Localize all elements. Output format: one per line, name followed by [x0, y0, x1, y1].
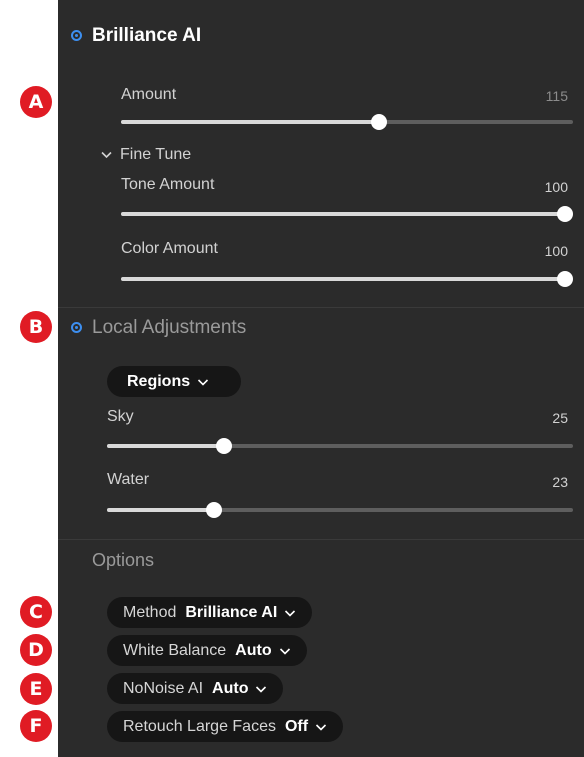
fine-tune-label: Fine Tune — [120, 146, 192, 163]
water-label: Water — [107, 471, 150, 488]
white-balance-label: White Balance — [123, 641, 227, 659]
chevron-down-icon — [316, 723, 327, 731]
nonoise-dropdown[interactable]: NoNoise AI Auto — [107, 673, 284, 704]
color-amount-slider-thumb[interactable] — [557, 271, 573, 287]
regions-label: Regions — [127, 372, 191, 390]
callout-badge-f: F — [20, 710, 52, 742]
tone-amount-value: 100 — [544, 179, 568, 195]
tone-amount-slider-thumb[interactable] — [557, 206, 573, 222]
method-dropdown[interactable]: Method Brilliance AI — [107, 597, 313, 628]
retouch-faces-value: Off — [284, 717, 309, 735]
method-value: Brilliance AI — [185, 603, 278, 621]
tone-amount-slider[interactable] — [121, 206, 573, 222]
tone-amount-slider-fill — [121, 212, 565, 216]
sky-slider-fill — [107, 444, 224, 448]
color-amount-slider[interactable] — [121, 271, 573, 287]
options-title: Options — [92, 550, 155, 570]
brilliance-title: Brilliance AI — [92, 25, 202, 46]
chevron-down-icon — [101, 151, 112, 159]
retouch-faces-dropdown[interactable]: Retouch Large Faces Off — [107, 711, 344, 742]
color-amount-slider-fill — [121, 277, 565, 281]
color-amount-label: Color Amount — [121, 240, 218, 257]
callout-badge-d: D — [20, 634, 52, 666]
amount-label: Amount — [121, 86, 177, 103]
chevron-down-icon — [198, 378, 209, 386]
nonoise-label: NoNoise AI — [123, 679, 204, 697]
amount-slider[interactable] — [121, 114, 573, 130]
color-amount-value: 100 — [544, 243, 568, 259]
callout-badge-e: E — [20, 673, 52, 705]
water-slider[interactable] — [107, 502, 573, 518]
local-enable-radio-icon[interactable] — [71, 322, 82, 333]
method-label: Method — [123, 603, 177, 621]
callout-badge-c: C — [20, 596, 52, 628]
fine-tune-toggle[interactable]: Fine Tune — [101, 146, 191, 164]
callout-badge-b: B — [20, 311, 52, 343]
brilliance-enable-radio-icon[interactable] — [71, 30, 82, 41]
white-balance-dropdown[interactable]: White Balance Auto — [107, 635, 307, 666]
sky-value: 25 — [552, 410, 568, 426]
regions-dropdown[interactable]: Regions — [107, 366, 241, 397]
nonoise-value: Auto — [212, 679, 249, 697]
water-slider-fill — [107, 508, 215, 512]
tone-amount-label: Tone Amount — [121, 176, 215, 193]
chevron-down-icon — [279, 647, 290, 655]
section-divider — [58, 307, 584, 308]
amount-value: 115 — [545, 88, 568, 104]
callout-badge-a: A — [20, 86, 52, 118]
amount-slider-thumb[interactable] — [370, 114, 387, 130]
sky-label: Sky — [107, 408, 134, 425]
water-value: 23 — [552, 474, 568, 490]
local-adjustments-title: Local Adjustments — [92, 317, 247, 338]
chevron-down-icon — [256, 685, 267, 693]
amount-slider-fill — [121, 120, 379, 124]
sky-slider[interactable] — [107, 438, 573, 454]
white-balance-value: Auto — [235, 641, 272, 659]
sky-slider-thumb[interactable] — [215, 438, 232, 454]
chevron-down-icon — [285, 609, 296, 617]
retouch-faces-label: Retouch Large Faces — [123, 717, 276, 735]
section-divider — [58, 539, 584, 540]
